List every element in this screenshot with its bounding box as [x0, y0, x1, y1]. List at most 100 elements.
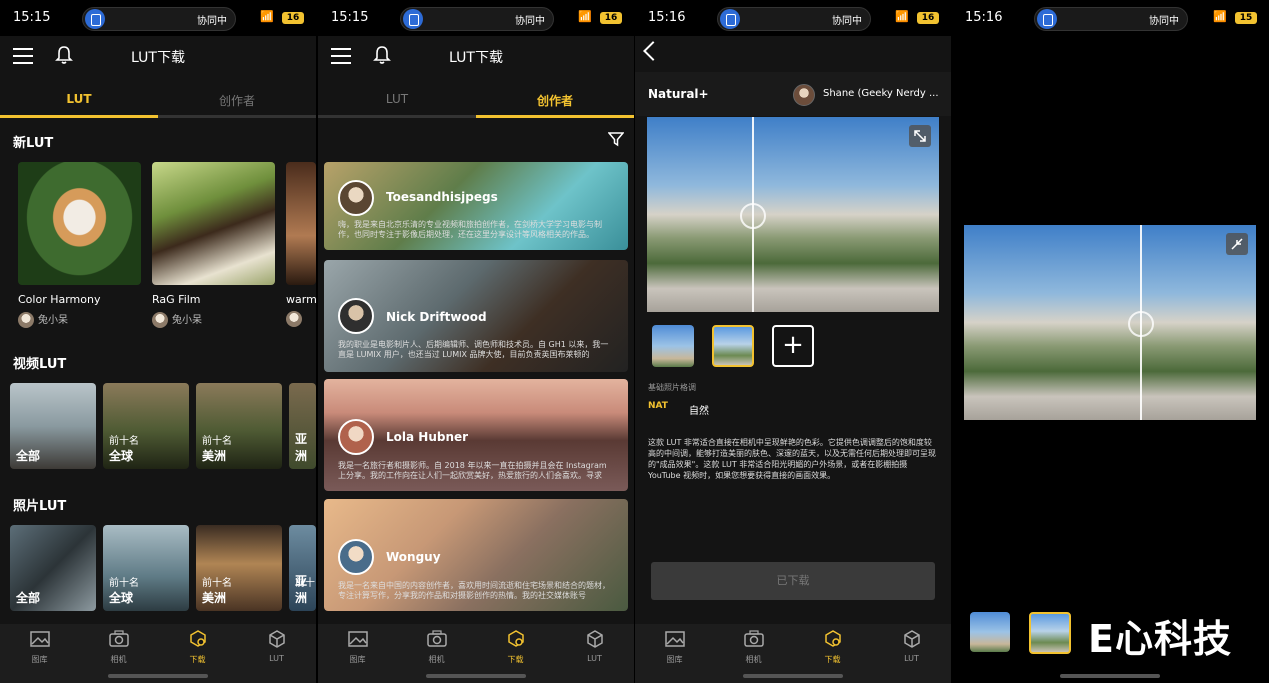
- creator-card-lola-hubner[interactable]: Lola Hubner 我是一名旅行者和摄影师。自 2018 年以来一直在拍摄并…: [324, 379, 628, 491]
- photo-tile-all[interactable]: 全部: [10, 525, 96, 611]
- creator-avatar: [338, 180, 374, 216]
- filter-icon[interactable]: [608, 131, 624, 147]
- avatar: [286, 311, 302, 327]
- creator-card-nick-driftwood[interactable]: Nick Driftwood 我的职业是电影制片人、后期编辑师、调色师和技术员。…: [324, 260, 628, 372]
- creator-desc: 嗨，我是来自北京乐清的专业视频和旅拍创作者，在剑桥大学学习电影与制作，也同时专注…: [338, 220, 602, 239]
- dynamic-island: 协同中: [1034, 7, 1188, 31]
- creator-avatar: [338, 298, 374, 334]
- photo-tile-global[interactable]: 前十名 全球: [103, 525, 189, 611]
- tile-sub: 前十名: [202, 578, 232, 589]
- nav-lut[interactable]: LUT: [872, 630, 951, 663]
- nav-download[interactable]: 下载: [476, 630, 555, 665]
- section-photo-lut: 照片LUT: [13, 499, 67, 514]
- section-new-lut: 新LUT: [13, 136, 54, 151]
- status-time: 15:16: [648, 10, 686, 25]
- creator-card-toesandhisjpegs[interactable]: Toesandhisjpegs 嗨，我是来自北京乐清的专业视频和旅拍创作者，在剑…: [324, 162, 628, 250]
- video-tile-all[interactable]: 全部: [10, 383, 96, 469]
- lut-description: 这款 LUT 非常适合直接在相机中呈现鲜艳的色彩。它提供色调调整后的饱和度较高的…: [648, 438, 936, 480]
- compare-handle[interactable]: [1128, 311, 1154, 337]
- add-photo-button[interactable]: +: [772, 325, 814, 367]
- lut-title: Natural+: [648, 87, 709, 101]
- wifi-icon: 📶: [1213, 10, 1227, 23]
- device-icon: [85, 9, 105, 29]
- collapse-icon[interactable]: [1226, 233, 1248, 255]
- screen-creators: 15:15 协同中 📶 16 LUT下载 LUT 创作者 Toesandhisj…: [318, 0, 634, 683]
- lut-card-color-harmony[interactable]: [18, 162, 141, 285]
- status-bar: 15:15 协同中 📶 16: [318, 0, 634, 36]
- creator-card-wonguy[interactable]: Wonguy 我是一名来自中国的内容创作者，喜欢用时间流逝和住宅场景和结合的题材…: [324, 499, 628, 611]
- creator-name: Toesandhisjpegs: [386, 190, 498, 204]
- nav-camera[interactable]: 相机: [714, 630, 793, 665]
- tab-bar: LUT 创作者: [318, 84, 634, 118]
- download-icon: [824, 630, 841, 647]
- photo-tile-asia[interactable]: 前十 亚洲: [289, 525, 316, 611]
- lut-card-rag-film[interactable]: [152, 162, 275, 285]
- gallery-icon: [347, 631, 368, 647]
- tab-creators[interactable]: 创作者: [158, 92, 316, 109]
- dynamic-island: 协同中: [82, 7, 236, 31]
- camera-icon: [426, 630, 447, 647]
- nav-gallery[interactable]: 图库: [635, 630, 714, 665]
- nav-camera[interactable]: 相机: [397, 630, 476, 665]
- home-indicator: [1060, 674, 1160, 678]
- tab-indicator: [0, 115, 158, 118]
- home-indicator: [108, 674, 208, 678]
- sample-thumb-city[interactable]: [1029, 612, 1071, 654]
- device-icon: [720, 9, 740, 29]
- header: LUT下载: [318, 36, 634, 76]
- screen-fullscreen-preview: 15:16 协同中 📶 15 E心科技: [952, 0, 1269, 683]
- sync-status: 协同中: [515, 16, 545, 27]
- nav-download[interactable]: 下载: [793, 630, 872, 665]
- sample-thumb-city[interactable]: [712, 325, 754, 367]
- nav-download[interactable]: 下载: [158, 630, 237, 665]
- lut-card-warm[interactable]: [286, 162, 316, 285]
- sample-thumb-palms[interactable]: [970, 612, 1010, 652]
- creator-desc: 我的职业是电影制片人、后期编辑师、调色师和技术员。自 GH1 以来，我一直是 L…: [338, 340, 609, 359]
- screen-lut-detail: 15:16 协同中 📶 16 Natural+ Shane (Geeky Ner…: [635, 0, 951, 683]
- nav-lut[interactable]: LUT: [237, 630, 316, 663]
- tile-label: 全部: [16, 591, 41, 605]
- nav-label: 图库: [31, 655, 48, 664]
- creator-avatar: [338, 419, 374, 455]
- photo-tile-americas[interactable]: 前十名 美洲: [196, 525, 282, 611]
- battery-indicator: 15: [1235, 12, 1257, 24]
- video-tile-global[interactable]: 前十名 全球: [103, 383, 189, 469]
- nav-gallery[interactable]: 图库: [318, 630, 397, 665]
- nat-style-icon: NAT: [648, 401, 668, 411]
- tab-lut[interactable]: LUT: [318, 92, 476, 106]
- creator-avatar: [338, 539, 374, 575]
- expand-icon[interactable]: [909, 125, 931, 147]
- compare-handle[interactable]: [740, 203, 766, 229]
- home-indicator: [426, 674, 526, 678]
- nav-label: 下载: [507, 655, 524, 664]
- creator-name: Nick Driftwood: [386, 310, 487, 324]
- author-name[interactable]: Shane (Geeky Nerdy ...: [823, 88, 943, 99]
- avatar: [152, 312, 168, 328]
- back-icon[interactable]: [643, 41, 663, 61]
- fullscreen-preview[interactable]: [964, 225, 1256, 420]
- avatar: [18, 312, 34, 328]
- before-after-preview[interactable]: [647, 117, 939, 312]
- sync-status: 协同中: [832, 16, 862, 27]
- creator-desc: 我是一名来自中国的内容创作者，喜欢用时间流逝和住宅场景和结合的题材，专注计算写作…: [338, 581, 610, 600]
- nav-gallery[interactable]: 图库: [0, 630, 79, 665]
- status-bar: 15:16 协同中 📶 15: [952, 0, 1269, 36]
- downloaded-button[interactable]: 已下载: [651, 562, 935, 600]
- cube-icon: [268, 630, 285, 648]
- nav-label: LUT: [587, 654, 602, 663]
- video-tile-americas[interactable]: 前十名 美洲: [196, 383, 282, 469]
- device-icon: [403, 9, 423, 29]
- sync-status: 协同中: [1149, 16, 1179, 27]
- tile-label: 全球: [109, 591, 134, 605]
- nav-label: LUT: [269, 654, 284, 663]
- tab-lut[interactable]: LUT: [0, 92, 158, 106]
- author-avatar[interactable]: [793, 84, 815, 106]
- video-tile-asia[interactable]: 亚洲: [289, 383, 316, 469]
- tab-creators[interactable]: 创作者: [476, 92, 634, 109]
- battery-indicator: 16: [600, 12, 622, 24]
- tile-label: 亚洲: [295, 574, 308, 605]
- nav-camera[interactable]: 相机: [79, 630, 158, 665]
- sample-thumb-palms[interactable]: [652, 325, 694, 367]
- page-title: LUT下载: [131, 50, 185, 66]
- nav-lut[interactable]: LUT: [555, 630, 634, 663]
